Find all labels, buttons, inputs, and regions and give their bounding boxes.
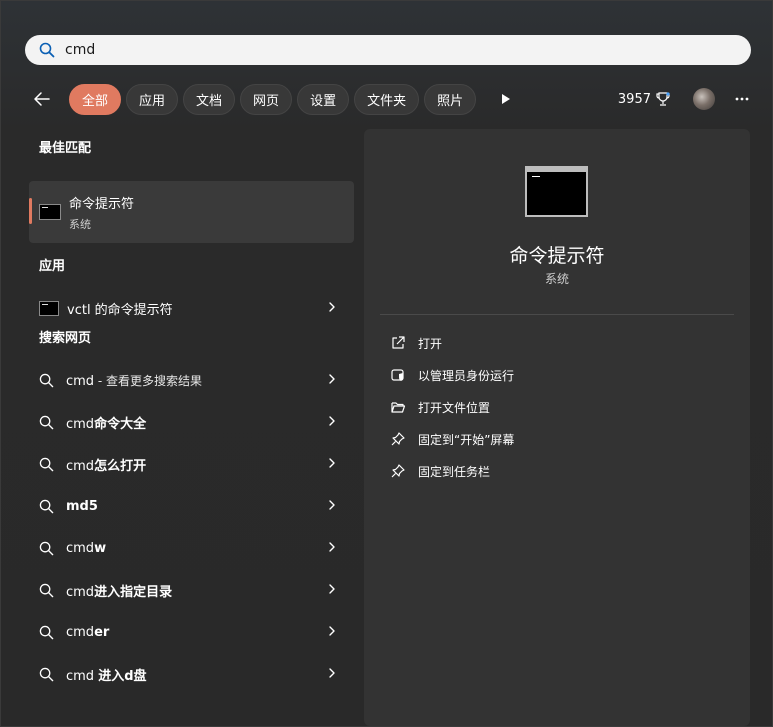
rewards-points[interactable]: 3957 <box>618 91 671 107</box>
web-result-item[interactable]: md5 <box>29 485 354 527</box>
search-icon <box>39 499 54 513</box>
search-input[interactable] <box>65 42 665 58</box>
filter-chip-web[interactable]: 网页 <box>240 83 293 115</box>
web-result-bold: w <box>94 540 107 556</box>
chevron-right-icon[interactable] <box>328 456 336 470</box>
filter-chip-photos[interactable]: 照片 <box>424 83 477 115</box>
selection-indicator <box>29 198 32 224</box>
best-match-item[interactable]: 命令提示符 系统 <box>29 181 354 243</box>
more-filters-button[interactable] <box>496 89 516 109</box>
search-icon <box>39 583 54 597</box>
action-pin-to-start[interactable]: 固定到“开始”屏幕 <box>390 423 514 455</box>
filter-chips: 全部 应用 文档 网页 设置 文件夹 照片 <box>69 83 477 115</box>
play-icon <box>502 94 511 104</box>
points-value: 3957 <box>617 91 651 107</box>
action-open[interactable]: 打开 <box>390 327 514 359</box>
search-icon <box>39 415 54 429</box>
chevron-right-icon[interactable] <box>328 300 336 314</box>
search-icon <box>39 457 54 471</box>
header-tools: 3957 <box>618 88 751 110</box>
more-options-button[interactable] <box>733 89 751 109</box>
chevron-right-icon[interactable] <box>328 582 336 596</box>
action-label: 打开文件位置 <box>418 400 491 415</box>
web-result-bold: 进入指定目录 <box>94 584 173 600</box>
best-match-subtitle: 系统 <box>69 217 91 231</box>
admin-shield-icon <box>391 369 404 381</box>
action-open-file-location[interactable]: 打开文件位置 <box>390 391 514 423</box>
web-result-prefix: cmd <box>66 624 95 640</box>
pin-icon <box>391 432 405 446</box>
folder-open-icon <box>391 402 406 413</box>
best-match-title: 命令提示符 <box>69 196 135 212</box>
web-result-prefix: cmd <box>66 416 95 432</box>
web-result-prefix: cmd <box>66 668 99 684</box>
web-result-suffix: - 查看更多搜索结果 <box>94 373 203 388</box>
chevron-right-icon[interactable] <box>328 372 336 386</box>
web-result-item[interactable]: cmdw <box>29 527 354 569</box>
detail-panel: 命令提示符 系统 打开 以管理员身份运行 打开文件位置 固定到“开始”屏幕 固定… <box>364 129 750 726</box>
web-result-bold: 命令大全 <box>94 416 147 432</box>
section-header-best-match: 最佳匹配 <box>39 141 92 156</box>
action-label: 以管理员身份运行 <box>418 368 515 383</box>
back-button[interactable] <box>25 83 59 115</box>
action-list: 打开 以管理员身份运行 打开文件位置 固定到“开始”屏幕 固定到任务栏 <box>390 327 514 487</box>
web-result-item[interactable]: cmd命令大全 <box>29 401 354 443</box>
app-result-item[interactable]: vctl 的命令提示符 <box>29 287 354 329</box>
search-icon <box>39 373 54 387</box>
action-label: 打开 <box>418 336 443 351</box>
filter-chip-settings[interactable]: 设置 <box>297 83 350 115</box>
web-result-prefix: cmd <box>66 584 95 600</box>
trophy-icon <box>656 92 670 106</box>
action-label: 固定到“开始”屏幕 <box>418 432 515 447</box>
filter-chip-apps[interactable]: 应用 <box>126 83 179 115</box>
chevron-right-icon[interactable] <box>328 414 336 428</box>
chevron-right-icon[interactable] <box>328 498 336 512</box>
ellipsis-icon <box>735 97 749 101</box>
start-search-window: 全部 应用 文档 网页 设置 文件夹 照片 3957 最佳匹配 <box>0 0 773 727</box>
web-result-bold: 怎么打开 <box>94 458 147 474</box>
web-result-item[interactable]: cmd - 查看更多搜索结果 <box>29 359 354 401</box>
arrow-left-icon <box>34 92 50 106</box>
action-run-as-admin[interactable]: 以管理员身份运行 <box>390 359 514 391</box>
web-result-item[interactable]: cmd 进入d盘 <box>29 653 354 695</box>
web-result-query: cmd <box>66 373 95 389</box>
search-icon <box>39 541 54 555</box>
web-result-item[interactable]: cmd进入指定目录 <box>29 569 354 611</box>
command-prompt-icon <box>525 166 588 217</box>
filter-bar: 全部 应用 文档 网页 设置 文件夹 照片 3957 <box>25 83 751 115</box>
action-label: 固定到任务栏 <box>418 464 491 479</box>
search-bar[interactable] <box>25 35 751 65</box>
search-icon <box>39 42 55 58</box>
web-result-item[interactable]: cmd怎么打开 <box>29 443 354 485</box>
avatar[interactable] <box>693 88 715 110</box>
section-header-apps: 应用 <box>39 259 66 274</box>
chevron-right-icon[interactable] <box>328 666 336 680</box>
chevron-right-icon[interactable] <box>328 624 336 638</box>
web-result-prefix: cmd <box>66 540 95 556</box>
search-icon <box>39 667 54 681</box>
web-result-item[interactable]: cmder <box>29 611 354 653</box>
divider <box>380 314 734 315</box>
action-pin-to-taskbar[interactable]: 固定到任务栏 <box>390 455 514 487</box>
open-external-icon <box>392 336 405 349</box>
web-result-bold: 进入d盘 <box>98 668 147 684</box>
web-result-bold: er <box>94 624 110 640</box>
pin-icon <box>391 464 405 478</box>
filter-chip-folders[interactable]: 文件夹 <box>354 83 420 115</box>
filter-chip-documents[interactable]: 文档 <box>183 83 236 115</box>
app-result-label: vctl 的命令提示符 <box>67 302 173 318</box>
web-result-bold: md5 <box>66 498 98 514</box>
chevron-right-icon[interactable] <box>328 540 336 554</box>
detail-subtitle: 系统 <box>544 272 569 286</box>
section-header-web: 搜索网页 <box>39 331 92 346</box>
results-list: 最佳匹配 命令提示符 系统 应用 vctl 的命令提示符 搜索网页 cmd - … <box>25 129 355 695</box>
filter-chip-all[interactable]: 全部 <box>69 83 122 115</box>
web-result-prefix: cmd <box>66 458 95 474</box>
detail-title: 命令提示符 <box>509 245 605 267</box>
search-icon <box>39 625 54 639</box>
command-prompt-icon <box>39 204 61 220</box>
command-prompt-icon <box>39 300 59 316</box>
